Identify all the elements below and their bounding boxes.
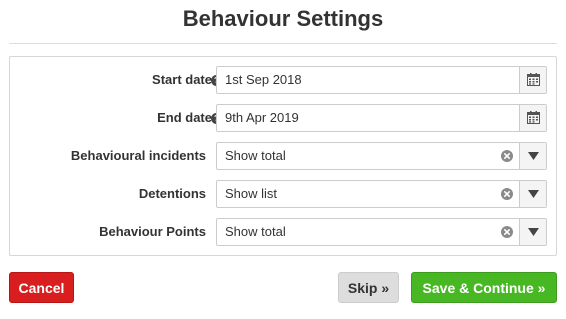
settings-panel: Start date ? 1st Sep 2018 End (9, 56, 557, 256)
clear-icon[interactable] (501, 150, 513, 162)
end-date-field[interactable]: 9th Apr 2019 (216, 104, 547, 132)
behavioural-incidents-label: Behavioural incidents (70, 148, 206, 163)
start-date-value: 1st Sep 2018 (225, 72, 302, 87)
detentions-label: Detentions (138, 186, 206, 201)
behaviour-points-dropdown-button[interactable] (519, 219, 546, 245)
detentions-dropdown-button[interactable] (519, 181, 546, 207)
calendar-icon (527, 73, 540, 86)
detentions-select[interactable]: Show list (216, 180, 547, 208)
end-date-label: End date (157, 110, 212, 125)
behaviour-points-value: Show total (225, 224, 286, 239)
cancel-button[interactable]: Cancel (9, 272, 74, 303)
end-date-value: 9th Apr 2019 (225, 110, 299, 125)
start-date-row: Start date ? 1st Sep 2018 (10, 66, 558, 94)
behavioural-incidents-value: Show total (225, 148, 286, 163)
detentions-value: Show list (225, 186, 278, 201)
save-continue-button[interactable]: Save & Continue » (411, 272, 557, 303)
behaviour-points-row: Behaviour Points Show total (10, 218, 558, 246)
page-title: Behaviour Settings (182, 6, 384, 31)
start-date-field[interactable]: 1st Sep 2018 (216, 66, 547, 94)
title-divider (9, 43, 557, 44)
skip-button[interactable]: Skip » (338, 272, 399, 303)
behaviour-points-label: Behaviour Points (99, 224, 206, 239)
caret-down-icon (528, 190, 539, 198)
behavioural-incidents-row: Behavioural incidents Show total (10, 142, 558, 170)
behaviour-points-select[interactable]: Show total (216, 218, 547, 246)
calendar-icon (527, 111, 540, 124)
start-date-calendar-button[interactable] (519, 67, 546, 93)
end-date-row: End date ? 9th Apr 2019 (10, 104, 558, 132)
behavioural-incidents-select[interactable]: Show total (216, 142, 547, 170)
behavioural-incidents-dropdown-button[interactable] (519, 143, 546, 169)
clear-icon[interactable] (501, 226, 513, 238)
caret-down-icon (528, 152, 539, 160)
clear-icon[interactable] (501, 188, 513, 200)
start-date-label: Start date (152, 72, 212, 87)
caret-down-icon (528, 228, 539, 236)
detentions-row: Detentions Show list (10, 180, 558, 208)
end-date-calendar-button[interactable] (519, 105, 546, 131)
